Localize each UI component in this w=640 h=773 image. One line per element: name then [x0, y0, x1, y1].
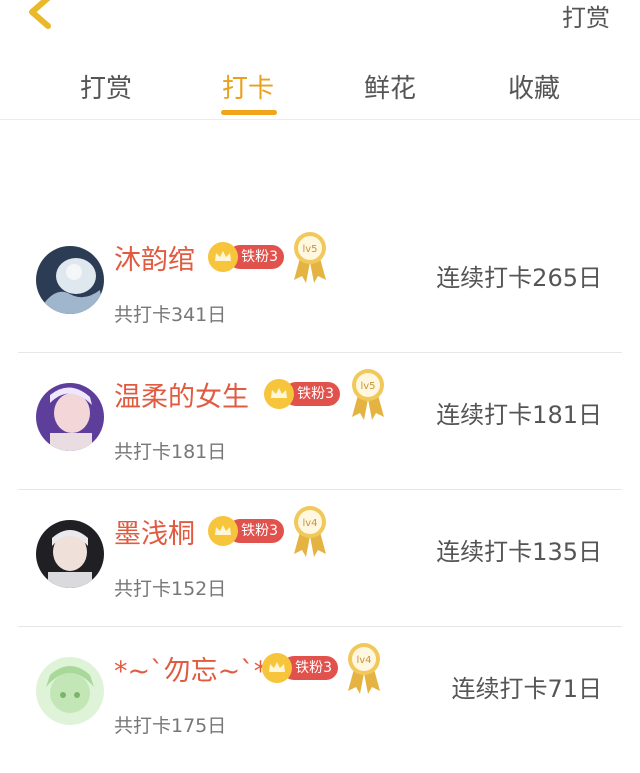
- streak-days: 连续打卡181日: [436, 401, 602, 429]
- tab-reward[interactable]: 打赏: [46, 68, 166, 105]
- user-name[interactable]: *~`勿忘~`*: [114, 649, 267, 688]
- total-checkin-days: 共打卡181日: [114, 441, 227, 463]
- crown-icon: [262, 653, 292, 683]
- top-bar: 打赏: [0, 0, 640, 40]
- tabs-divider: [0, 119, 640, 120]
- fan-badge: 铁粉3: [208, 516, 284, 546]
- fan-badge: 铁粉3: [262, 653, 338, 683]
- tab-bar: 打赏 打卡 鲜花 收藏: [0, 58, 640, 118]
- svg-text:lv4: lv4: [302, 518, 317, 529]
- avatar[interactable]: [36, 383, 104, 451]
- fan-badge: 铁粉3: [208, 242, 284, 272]
- svg-text:lv5: lv5: [360, 381, 375, 392]
- user-name[interactable]: 沐韵绾: [114, 238, 195, 277]
- avatar[interactable]: [36, 246, 104, 314]
- level-medal-icon: lv4: [294, 506, 326, 557]
- total-checkin-days: 共打卡152日: [114, 578, 227, 600]
- fan-badge: 铁粉3: [264, 379, 340, 409]
- tab-favorites[interactable]: 收藏: [474, 68, 594, 105]
- avatar[interactable]: [36, 520, 104, 588]
- crown-icon: [264, 379, 294, 409]
- crown-icon: [208, 516, 238, 546]
- list-item[interactable]: 温柔的女生 铁粉3 lv5 共打卡181日 连续打卡181日: [18, 353, 622, 490]
- crown-icon: [208, 242, 238, 272]
- avatar[interactable]: [36, 657, 104, 725]
- active-tab-indicator: [221, 110, 277, 115]
- streak-days: 连续打卡265日: [436, 264, 602, 292]
- user-name[interactable]: 温柔的女生: [114, 375, 249, 414]
- streak-days: 连续打卡135日: [436, 538, 602, 566]
- level-medal-icon: lv5: [294, 232, 326, 283]
- list-item[interactable]: 沐韵绾 铁粉3 lv5 共打卡341日 连续打卡265日: [18, 216, 622, 353]
- list-item[interactable]: 墨浅桐 铁粉3 lv4 共打卡152日 连续打卡135日: [18, 490, 622, 627]
- level-medal-icon: lv5: [352, 369, 384, 420]
- tab-flowers[interactable]: 鲜花: [330, 68, 450, 105]
- total-checkin-days: 共打卡175日: [114, 715, 227, 737]
- reward-button[interactable]: 打赏: [562, 0, 610, 33]
- user-name[interactable]: 墨浅桐: [114, 512, 195, 551]
- streak-days: 连续打卡71日: [451, 675, 602, 703]
- total-checkin-days: 共打卡341日: [114, 304, 227, 326]
- list-item[interactable]: *~`勿忘~`* 铁粉3 lv4 共打卡175日 连续打卡71日: [18, 627, 622, 764]
- level-medal-icon: lv4: [348, 643, 380, 694]
- tab-checkin[interactable]: 打卡: [188, 68, 308, 105]
- svg-text:lv5: lv5: [302, 244, 317, 255]
- svg-text:lv4: lv4: [356, 655, 371, 666]
- back-chevron-icon[interactable]: [22, 0, 62, 34]
